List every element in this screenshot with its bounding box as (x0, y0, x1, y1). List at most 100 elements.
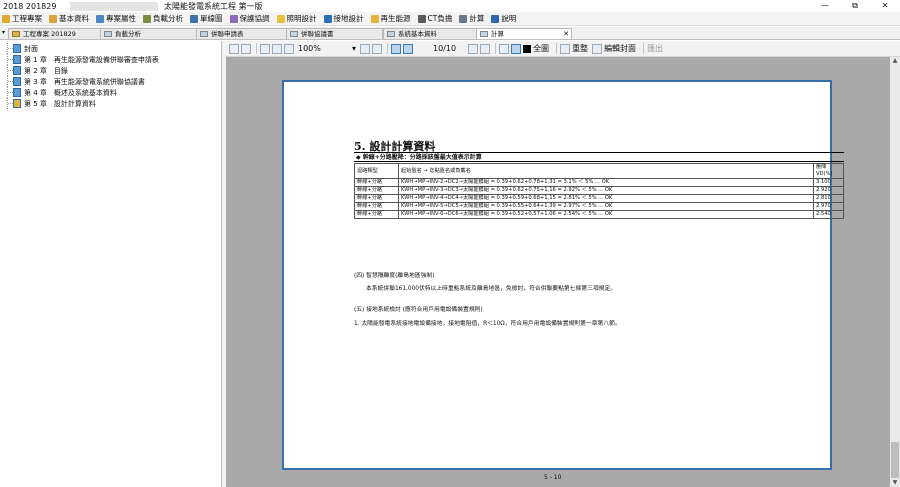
document-viewer[interactable]: 5. 設計計算資料 ◆ 幹線+分路壓降：分路採該盤最大值表示計算 迴路類型 起始… (226, 57, 890, 487)
book-icon (13, 44, 21, 53)
table-cell: 幹線+分路 (354, 186, 399, 195)
scroll-up-icon[interactable]: ▲ (891, 57, 899, 65)
toolbar-separator (556, 43, 558, 54)
table-cell: 2.810 (813, 194, 844, 203)
document-icon (200, 31, 208, 37)
analysis-icon (143, 14, 151, 23)
single-page-icon[interactable] (360, 43, 370, 54)
previous-page-icon[interactable] (403, 43, 413, 54)
edit-cover-button[interactable]: 編輯封面 (604, 43, 636, 54)
copy-icon[interactable] (229, 43, 239, 54)
tree-item[interactable]: 第 4 章 概述及系統基本資料 (0, 87, 221, 98)
hand-tool-icon[interactable] (511, 43, 522, 54)
menu-item-label: 工程專案 (12, 14, 42, 23)
column-header: 迴路類型 (354, 163, 399, 179)
folder-icon (12, 31, 20, 37)
menu-item-properties[interactable]: 專案屬性 (96, 13, 136, 24)
fit-all-button[interactable]: 全圖 (533, 43, 549, 54)
tree-item[interactable]: 第 3 章 再生能源發電系統併聯協議書 (0, 76, 221, 87)
menu-item-label: 說明 (501, 14, 517, 23)
edit-icon[interactable] (592, 43, 603, 54)
column-header: 壓降 VD(%) (813, 163, 844, 179)
tab-system-basic-data[interactable]: 系統基本資料 (383, 28, 483, 39)
minimize-button[interactable]: — (810, 0, 840, 12)
tab-label: 併聯申請表 (211, 30, 244, 38)
table-cell: KWH→MP→INV-3→DC3→太陽能模組 = 0.39+0.62+0.75+… (398, 186, 814, 195)
print-preview-icon[interactable] (272, 43, 282, 54)
vertical-scrollbar[interactable]: ▲ ▼ (890, 57, 900, 487)
book-icon (13, 99, 21, 108)
table-header-row: 迴路類型 起始盤名 → 迄點盤名或負載名 壓降 VD(%) (354, 163, 844, 179)
menu-item-label: 再生能源 (380, 14, 411, 23)
zoom-in-icon[interactable] (284, 43, 294, 54)
title-bar: 2018 201829 太陽能發電系統工程 第一版 — ⧉ ✕ (0, 0, 900, 12)
menu-item-lighting[interactable]: 照明設計 (276, 13, 317, 24)
menu-item-calculator[interactable]: 計算 (459, 13, 484, 24)
tree-item[interactable]: 第 5 章 設計計算資料 (0, 98, 221, 109)
first-page-icon[interactable] (391, 43, 401, 54)
zoom-value: 100% (298, 44, 321, 53)
last-page-icon[interactable] (480, 43, 491, 54)
close-window-button[interactable]: ✕ (870, 0, 900, 12)
menu-item-grounding[interactable]: 接地設計 (323, 13, 364, 24)
menu-item-label: 負載分析 (153, 14, 183, 23)
document-tab-bar: ▾ 工程專案 201829 負載分析 併聯申請表 併聯協議書 系統基本資料 計算… (0, 27, 900, 40)
tree-item[interactable]: 封面 (0, 43, 221, 54)
rotate-icon[interactable] (499, 43, 510, 54)
chevron-down-icon: ▾ (351, 44, 356, 53)
menu-item-ct[interactable]: CT負擔 (417, 13, 453, 24)
tab-application-form[interactable]: 併聯申請表 (196, 28, 293, 39)
paragraph-isolation: 本系統併聯161,000伏特以上時重點系統及離島地區，免檢討，符合併聯要點第七條… (366, 286, 617, 292)
table-cell: 3.100 (813, 178, 844, 187)
restore-button[interactable]: ⧉ (840, 0, 870, 12)
calculator-icon (459, 14, 468, 23)
fit-all-icon (523, 44, 532, 53)
menu-item-folder[interactable]: 工程專案 (2, 13, 42, 24)
tab-label: 工程專案 201829 (23, 30, 76, 38)
menu-item-label: 保護協調 (239, 14, 270, 23)
refresh-button[interactable]: 重整 (572, 43, 588, 54)
export-button[interactable]: 匯出 (647, 43, 663, 54)
menu-item-diagram[interactable]: 單線圖 (190, 13, 223, 24)
diagram-icon (190, 14, 198, 23)
table-cell: 幹線+分路 (354, 178, 399, 187)
tab-agreement[interactable]: 併聯協議書 (286, 28, 383, 39)
menu-item-label: 基本資料 (59, 14, 89, 23)
viewer-toolbar: 100% ▾ 10/10 全圖 重整 編輯封面 匯出 (226, 41, 900, 57)
toolbar-separator (643, 43, 645, 54)
document-title: 太陽能發電系統工程 第一版 (164, 1, 263, 11)
tree-item[interactable]: 第 2 章 目錄 (0, 65, 221, 76)
table-row: 幹線+分路 KWH→MP→INV-6→DC6→太陽能模組 = 0.39+0.52+… (354, 210, 844, 219)
column-header: 起始盤名 → 迄點盤名或負載名 (398, 163, 814, 179)
menu-item-help[interactable]: 說明 (491, 13, 516, 24)
menu-item-label: CT負擔 (427, 14, 453, 23)
section-heading-isolation: (四) 智慧隔離度(離島地區強制) (354, 273, 435, 279)
folder-icon (2, 14, 10, 23)
zoom-select[interactable]: 100% ▾ (296, 43, 356, 54)
page-indicator: 10/10 (433, 44, 457, 53)
tab-load-analysis[interactable]: 負載分析 (100, 28, 202, 39)
properties-icon (96, 14, 104, 23)
document-icon (104, 31, 112, 37)
next-page-icon[interactable] (468, 43, 479, 54)
two-page-icon[interactable] (372, 43, 382, 54)
page-setup-icon[interactable] (260, 43, 270, 54)
menu-item-data[interactable]: 基本資料 (49, 13, 89, 24)
menu-item-renewable[interactable]: 再生能源 (370, 13, 411, 24)
table-row: 幹線+分路 KWH→MP→INV-5→DC5→太陽能模組 = 0.39+0.55+… (354, 202, 844, 211)
menu-item-analysis[interactable]: 負載分析 (143, 13, 183, 24)
print-icon[interactable] (241, 43, 251, 54)
scroll-thumb[interactable] (891, 442, 899, 478)
table-cell: KWH→MP→INV-5→DC5→太陽能模組 = 0.39+0.55+0.64+… (398, 202, 814, 211)
tree-item[interactable]: 第 1 章 再生能源發電設備併聯審查申請表 (0, 54, 221, 65)
close-tab-icon[interactable]: ✕ (563, 29, 569, 39)
table-cell: KWH→MP→INV-2→DC2→太陽能模組 = 0.39+0.62+0.78+… (398, 178, 814, 187)
tab-dropdown-icon[interactable]: ▾ (2, 29, 5, 36)
toolbar-separator (495, 43, 497, 54)
book-icon (13, 88, 21, 97)
scroll-down-icon[interactable]: ▼ (891, 479, 899, 487)
menu-item-protection[interactable]: 保護協調 (229, 13, 270, 24)
refresh-icon[interactable] (560, 43, 571, 54)
tab-calculation[interactable]: 計算 ✕ (476, 28, 572, 39)
tree-item-label: 第 2 章 目錄 (24, 67, 68, 75)
